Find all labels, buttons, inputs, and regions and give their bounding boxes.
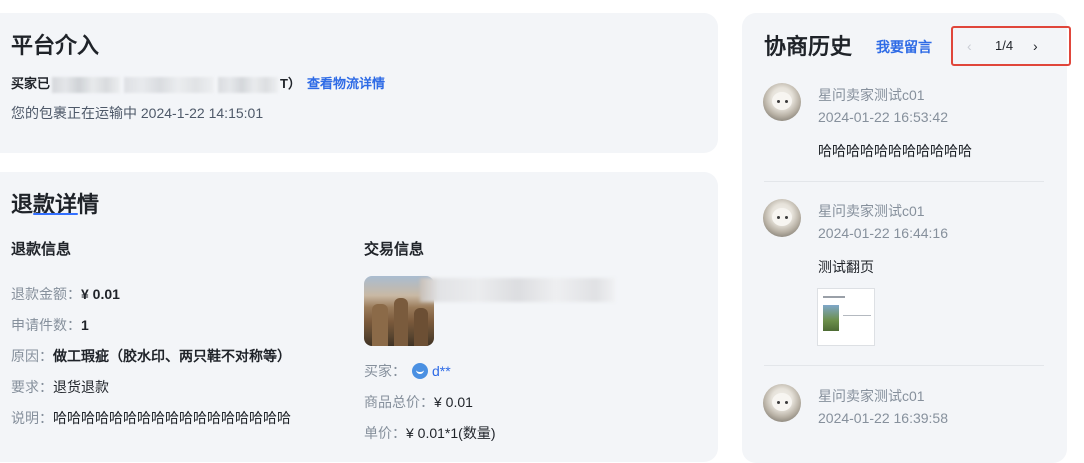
description-row: 说明：哈哈哈哈哈哈哈哈哈哈哈哈哈哈哈哈哈 [11, 408, 291, 428]
refund-info-title: 退款信息 [11, 241, 72, 258]
history-pager: ‹ 1/4 › [951, 26, 1071, 66]
redacted-product-name [420, 278, 615, 302]
message-sender: 星问卖家测试c01 [818, 388, 925, 404]
unit-price-row: 单价：¥ 0.01*1(数量) [364, 423, 495, 443]
request-row: 要求：退货退款 [11, 377, 109, 397]
logistics-row: 买家已 T） 查看物流详情 [11, 73, 385, 93]
apply-count-value: 1 [81, 317, 89, 333]
platform-title: 平台介入 [11, 33, 100, 58]
request-value: 退货退款 [53, 379, 109, 395]
reason-row: 原因：做工瑕疵（胶水印、两只鞋不对称等） [11, 346, 291, 366]
refund-amount-row: 退款金额：¥ 0.01 [11, 284, 120, 304]
history-title: 协商历史 [764, 34, 853, 59]
message-text: 测试翻页 [818, 259, 874, 275]
buyer-row: 买家： d** [364, 361, 451, 381]
logistics-suffix: T） [280, 76, 301, 91]
reason-label: 原因： [11, 348, 53, 364]
message-time: 2024-01-22 16:53:42 [818, 109, 948, 125]
unit-price-label: 单价： [364, 425, 406, 441]
package-status: 您的包裹正在运输中 2024-1-22 14:15:01 [11, 105, 264, 121]
title-underline [33, 213, 78, 215]
redacted-block [52, 76, 121, 93]
chevron-left-icon[interactable]: ‹ [967, 38, 972, 54]
message-attachment-image[interactable] [817, 288, 875, 346]
total-price-label: 商品总价： [364, 394, 434, 410]
buyer-avatar-icon [412, 363, 428, 379]
reason-value: 做工瑕疵（胶水印、两只鞋不对称等） [53, 348, 291, 364]
avatar [763, 83, 801, 121]
page-indicator: 1/4 [995, 38, 1014, 53]
divider [764, 181, 1044, 182]
total-price-row: 商品总价：¥ 0.01 [364, 392, 473, 412]
message-sender: 星问卖家测试c01 [818, 87, 925, 103]
leave-message-button[interactable]: 我要留言 [876, 37, 932, 57]
logistics-prefix: 买家已 [11, 76, 51, 91]
redacted-block [124, 76, 215, 93]
avatar [763, 384, 801, 422]
trade-info-title: 交易信息 [364, 241, 425, 258]
avatar [763, 199, 801, 237]
refund-amount-value: ¥ 0.01 [81, 286, 120, 302]
message-time: 2024-01-22 16:39:58 [818, 410, 948, 426]
message-time: 2024-01-22 16:44:16 [818, 225, 948, 241]
redacted-block [218, 76, 279, 93]
divider [764, 365, 1044, 366]
message-text: 哈哈哈哈哈哈哈哈哈哈哈 [818, 143, 972, 159]
apply-count-row: 申请件数：1 [11, 315, 89, 335]
description-value: 哈哈哈哈哈哈哈哈哈哈哈哈哈哈哈哈哈 [53, 410, 291, 426]
view-logistics-link[interactable]: 查看物流详情 [307, 76, 385, 91]
request-label: 要求： [11, 379, 53, 395]
description-label: 说明： [11, 410, 53, 426]
refund-amount-label: 退款金额： [11, 286, 81, 302]
total-price-value: ¥ 0.01 [434, 394, 473, 410]
chevron-right-icon[interactable]: › [1033, 38, 1038, 54]
apply-count-label: 申请件数： [11, 317, 81, 333]
message-sender: 星问卖家测试c01 [818, 203, 925, 219]
buyer-label: 买家： [364, 363, 406, 379]
unit-price-value: ¥ 0.01*1(数量) [406, 425, 496, 441]
buyer-name-link[interactable]: d** [432, 363, 451, 379]
